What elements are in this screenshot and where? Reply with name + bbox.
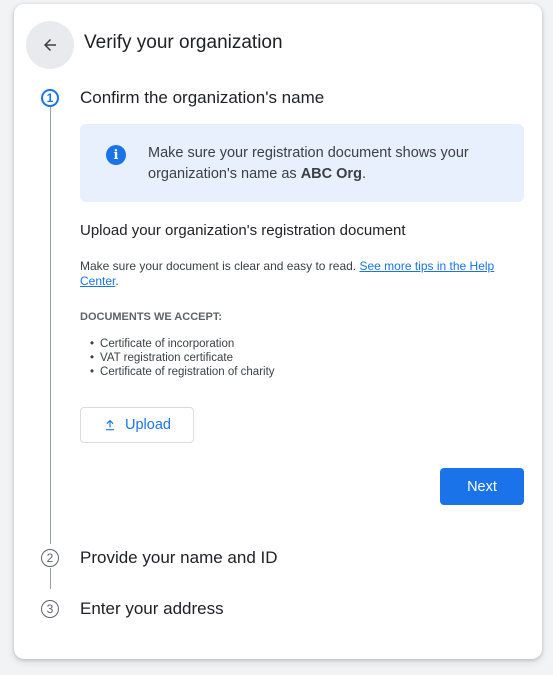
info-text: Make sure your registration document sho… xyxy=(148,145,469,182)
list-item: Certificate of incorporation xyxy=(80,337,275,351)
step-3-label[interactable]: Enter your address xyxy=(80,599,224,619)
page-title: Verify your organization xyxy=(84,32,283,53)
list-item: VAT registration certificate xyxy=(80,351,275,365)
step-1-label: Confirm the organization's name xyxy=(80,88,325,107)
stepper-line xyxy=(50,107,51,544)
upload-icon xyxy=(105,419,115,431)
step-3-indicator: 3 xyxy=(41,600,59,618)
arrow-left-icon xyxy=(44,39,56,51)
info-banner: i Make sure your registration document s… xyxy=(80,124,524,202)
next-button[interactable]: Next xyxy=(440,468,524,505)
accepted-docs-heading: DOCUMENTS WE ACCEPT: xyxy=(80,311,222,323)
org-name: ABC Org xyxy=(300,166,362,182)
info-icon: i xyxy=(106,145,126,165)
back-button[interactable] xyxy=(26,21,74,69)
stepper-line xyxy=(50,568,51,589)
upload-heading: Upload your organization's registration … xyxy=(80,222,406,239)
list-item: Certificate of registration of charity xyxy=(80,365,275,379)
upload-button-label: Upload xyxy=(125,417,171,433)
step-2-indicator: 2 xyxy=(41,549,59,567)
upload-description: Make sure your document is clear and eas… xyxy=(80,259,495,288)
step-2-label[interactable]: Provide your name and ID xyxy=(80,548,278,568)
upload-button[interactable]: Upload xyxy=(80,407,194,443)
verification-card: Verify your organization 1 Confirm the o… xyxy=(14,4,542,659)
step-1-indicator: 1 xyxy=(41,89,59,107)
accepted-docs-list: Certificate of incorporation VAT registr… xyxy=(80,337,275,379)
